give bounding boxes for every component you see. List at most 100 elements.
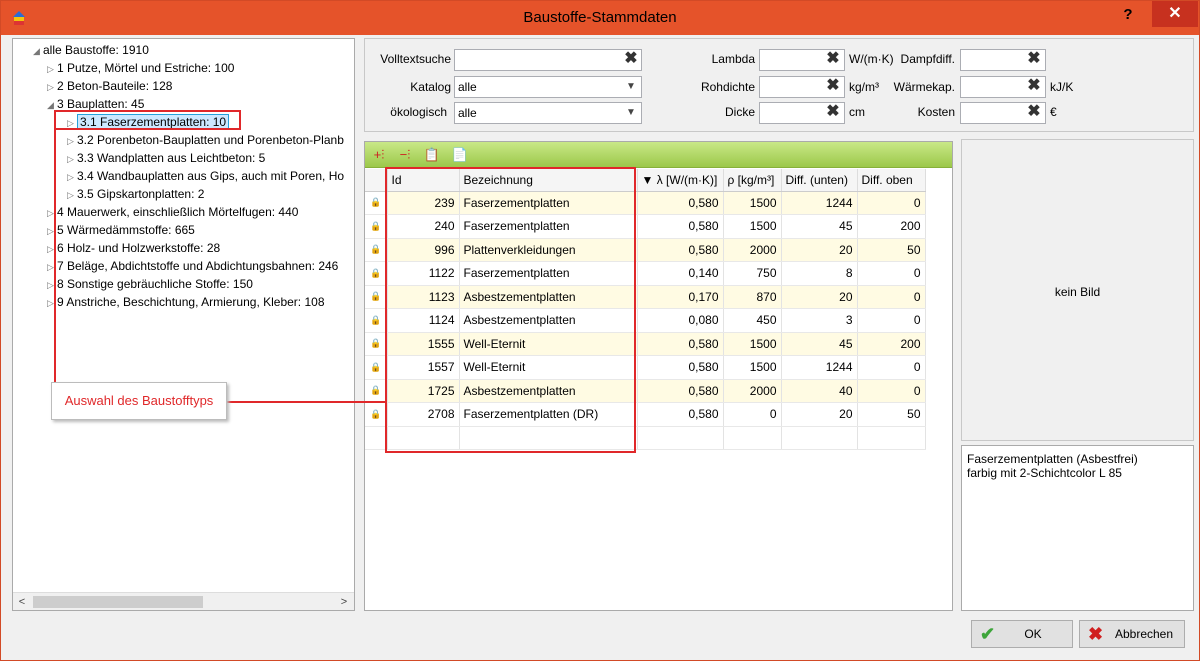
column-header-diff-oben[interactable]: Diff. oben <box>857 169 926 192</box>
ok-button[interactable]: ✔ OK <box>971 620 1073 648</box>
cell-lambda[interactable]: 0,580 <box>637 238 724 262</box>
clear-rohdichte-icon[interactable]: ✖ <box>825 78 841 94</box>
cell-diff-unten[interactable]: 45 <box>781 332 858 356</box>
oekologisch-select[interactable]: alle ▼ <box>454 102 642 124</box>
cell-diff-oben[interactable]: 0 <box>857 308 926 333</box>
no-image-text: kein Bild <box>1054 285 1101 299</box>
tree-node-4[interactable]: ▷ 4 Mauerwerk, einschließlich Mörtelfugen… <box>47 203 298 221</box>
expand-icon[interactable]: ▷ <box>67 132 77 150</box>
dampf-label: Dampfdiff. <box>900 52 955 66</box>
clear-dampf-icon[interactable]: ✖ <box>1026 51 1042 67</box>
cell-diff-oben[interactable]: 50 <box>857 238 926 262</box>
chevron-down-icon[interactable]: ▼ <box>624 79 638 95</box>
lock-icon: 🔒 <box>365 261 388 286</box>
expand-icon[interactable]: ▷ <box>47 60 57 78</box>
cell-diff-unten[interactable]: 20 <box>781 402 858 427</box>
lock-icon: 🔒 <box>365 355 388 380</box>
tree-horizontal-scrollbar[interactable]: < > <box>13 592 354 610</box>
clear-kosten-icon[interactable]: ✖ <box>1026 104 1042 120</box>
cell-lambda[interactable]: 0,580 <box>637 402 724 427</box>
cell-rho[interactable]: 450 <box>723 308 782 333</box>
tree-node-3-2[interactable]: ▷ 3.2 Porenbeton-Bauplatten und Porenbeto… <box>67 131 344 149</box>
cell-lambda[interactable]: 0,580 <box>637 379 724 403</box>
empty-cell <box>857 426 926 450</box>
cancel-button[interactable]: ✖ Abbrechen <box>1079 620 1185 648</box>
column-header-diff-unten[interactable]: Diff. (unten) <box>781 169 858 192</box>
tree-node-9[interactable]: ▷ 9 Anstriche, Beschichtung, Armierung, K… <box>47 293 325 311</box>
column-header-rho[interactable]: ρ [kg/m³] <box>723 169 782 192</box>
cell-rho[interactable]: 2000 <box>723 238 782 262</box>
cell-rho[interactable]: 1500 <box>723 355 782 380</box>
cell-diff-unten[interactable]: 40 <box>781 379 858 403</box>
cell-rho[interactable]: 2000 <box>723 379 782 403</box>
scroll-right-icon[interactable]: > <box>336 594 352 610</box>
cell-rho[interactable]: 0 <box>723 402 782 427</box>
cell-rho[interactable]: 1500 <box>723 191 782 215</box>
cell-diff-oben[interactable]: 0 <box>857 379 926 403</box>
tree-node-3-4[interactable]: ▷ 3.4 Wandbauplatten aus Gips, auch mit P… <box>67 167 344 185</box>
katalog-select[interactable]: alle ▼ <box>454 76 642 98</box>
add-row-icon[interactable]: +⫶ <box>370 146 388 164</box>
cell-diff-unten[interactable]: 3 <box>781 308 858 333</box>
column-header-lambda[interactable]: ▼ λ [W/(m·K)] <box>637 169 724 192</box>
cell-rho[interactable]: 1500 <box>723 332 782 356</box>
cell-diff-oben[interactable]: 0 <box>857 285 926 309</box>
collapse-icon[interactable]: ◢ <box>33 42 43 60</box>
cell-lambda[interactable]: 0,080 <box>637 308 724 333</box>
cell-lambda[interactable]: 0,580 <box>637 332 724 356</box>
tree-node-6[interactable]: ▷ 6 Holz- und Holzwerkstoffe: 28 <box>47 239 220 257</box>
cell-diff-unten[interactable]: 20 <box>781 285 858 309</box>
expand-icon[interactable]: ▷ <box>67 150 77 168</box>
cell-diff-unten[interactable]: 1244 <box>781 355 858 380</box>
copy-icon[interactable]: 📋 <box>423 146 441 164</box>
chevron-down-icon[interactable]: ▼ <box>624 105 638 121</box>
volltext-input[interactable] <box>454 49 642 71</box>
cell-lambda[interactable]: 0,170 <box>637 285 724 309</box>
cell-rho[interactable]: 1500 <box>723 214 782 239</box>
scrollbar-thumb[interactable] <box>33 596 203 608</box>
title-bar[interactable]: Baustoffe-Stammdaten ? ✕ <box>1 1 1199 35</box>
cell-diff-oben[interactable]: 200 <box>857 332 926 356</box>
cell-lambda[interactable]: 0,580 <box>637 191 724 215</box>
clear-waerme-icon[interactable]: ✖ <box>1026 78 1042 94</box>
cell-lambda[interactable]: 0,140 <box>637 261 724 286</box>
cell-rho[interactable]: 750 <box>723 261 782 286</box>
cell-lambda[interactable]: 0,580 <box>637 214 724 239</box>
cell-diff-unten[interactable]: 8 <box>781 261 858 286</box>
cell-diff-oben[interactable]: 0 <box>857 355 926 380</box>
empty-cell <box>365 426 388 450</box>
katalog-label: Katalog <box>410 80 451 94</box>
cell-rho[interactable]: 870 <box>723 285 782 309</box>
cell-diff-unten[interactable]: 45 <box>781 214 858 239</box>
tree-node-root[interactable]: ◢ alle Baustoffe: 1910 <box>33 41 149 59</box>
image-panel: kein Bild <box>961 139 1194 441</box>
tree-node-8[interactable]: ▷ 8 Sonstige gebräuchliche Stoffe: 150 <box>47 275 253 293</box>
tree-node-7[interactable]: ▷ 7 Beläge, Abdichtstoffe und Abdichtungs… <box>47 257 338 275</box>
expand-icon[interactable]: ▷ <box>67 168 77 186</box>
cell-diff-oben[interactable]: 0 <box>857 261 926 286</box>
paste-icon[interactable]: 📄 <box>451 146 469 164</box>
help-button[interactable]: ? <box>1111 3 1145 29</box>
cell-diff-oben[interactable]: 200 <box>857 214 926 239</box>
cell-diff-unten[interactable]: 1244 <box>781 191 858 215</box>
lock-icon: 🔒 <box>365 214 388 239</box>
clear-lambda-icon[interactable]: ✖ <box>825 51 841 67</box>
expand-icon[interactable]: ▷ <box>67 186 77 204</box>
clear-volltext-icon[interactable]: ✖ <box>623 51 639 67</box>
tree-node-3-3[interactable]: ▷ 3.3 Wandplatten aus Leichtbeton: 5 <box>67 149 265 167</box>
grid-toolbar: +⫶ −⫶ 📋 📄 <box>365 142 952 168</box>
tree-node-5[interactable]: ▷ 5 Wärmedämmstoffe: 665 <box>47 221 195 239</box>
cell-diff-oben[interactable]: 50 <box>857 402 926 427</box>
remove-row-icon[interactable]: −⫶ <box>396 146 414 164</box>
close-button[interactable]: ✕ <box>1152 1 1198 27</box>
clear-dicke-icon[interactable]: ✖ <box>825 104 841 120</box>
tree-node-1[interactable]: ▷ 1 Putze, Mörtel und Estriche: 100 <box>47 59 234 77</box>
tree-node-2[interactable]: ▷ 2 Beton-Bauteile: 128 <box>47 77 172 95</box>
cell-diff-unten[interactable]: 20 <box>781 238 858 262</box>
cell-lambda[interactable]: 0,580 <box>637 355 724 380</box>
tree-node-3-5[interactable]: ▷ 3.5 Gipskartonplatten: 2 <box>67 185 204 203</box>
description-panel[interactable]: Faserzementplatten (Asbestfrei) farbig m… <box>961 445 1194 611</box>
scroll-left-icon[interactable]: < <box>14 594 30 610</box>
expand-icon[interactable]: ▷ <box>47 78 57 96</box>
cell-diff-oben[interactable]: 0 <box>857 191 926 215</box>
